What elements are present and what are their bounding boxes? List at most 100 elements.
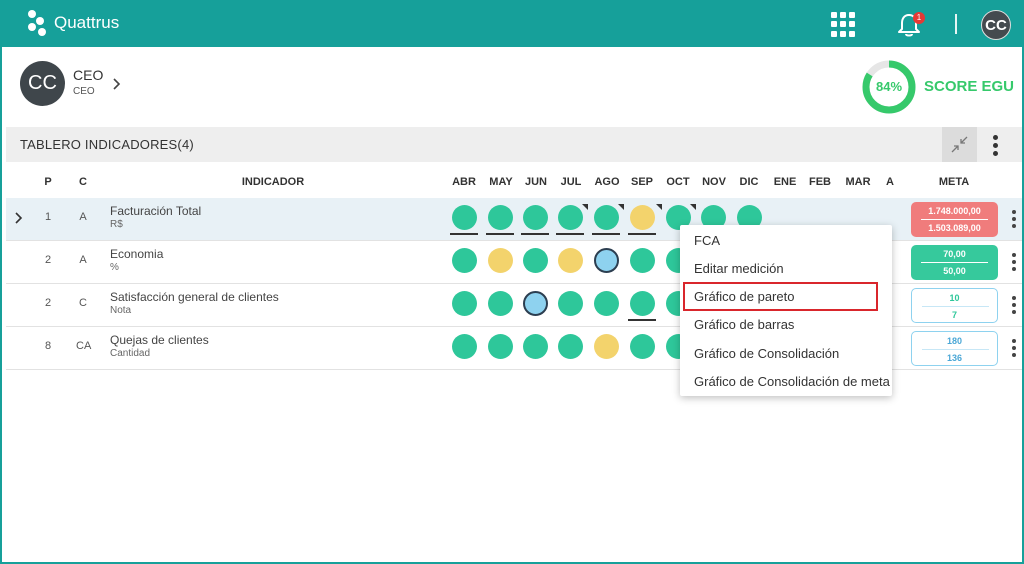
meta-target: 1.748.000,00 <box>928 206 981 216</box>
profile-name: CEO <box>73 67 104 83</box>
col-header-dic: DIC <box>739 176 759 188</box>
status-dot[interactable] <box>558 334 583 359</box>
measurement-underline <box>450 233 478 235</box>
status-dot[interactable] <box>488 205 513 230</box>
status-dot[interactable] <box>630 291 655 316</box>
status-dot[interactable] <box>558 291 583 316</box>
menu-item-fca[interactable]: FCA <box>694 233 720 248</box>
apps-grid-icon[interactable] <box>831 12 856 37</box>
col-header-may: MAY <box>489 176 513 188</box>
status-dot[interactable] <box>594 334 619 359</box>
status-dot[interactable] <box>594 248 619 273</box>
menu-item-editar-medicion[interactable]: Editar medición <box>694 261 784 276</box>
meta-actual: 7 <box>951 310 957 320</box>
indicator-name[interactable]: Economia <box>110 247 163 261</box>
comment-marker <box>690 204 696 210</box>
score-value: 84% <box>875 79 903 94</box>
status-dot[interactable] <box>523 205 548 230</box>
menu-item-grafico-consolidacion-meta[interactable]: Gráfico de Consolidación de meta <box>694 374 890 389</box>
status-dot[interactable] <box>594 205 619 230</box>
status-dot[interactable] <box>452 248 477 273</box>
measurement-underline <box>521 233 549 235</box>
status-dot[interactable] <box>630 205 655 230</box>
row-more-kebab-icon[interactable] <box>1010 338 1018 358</box>
row-more-kebab-icon[interactable] <box>1010 252 1018 272</box>
col-header-feb: FEB <box>809 176 831 188</box>
status-dot[interactable] <box>452 334 477 359</box>
score-label: SCORE EGU <box>924 78 1015 95</box>
col-header-jun: JUN <box>524 176 547 188</box>
meta-actual: 50,00 <box>943 266 966 276</box>
status-dot[interactable] <box>630 248 655 273</box>
board-more-kebab-icon[interactable] <box>988 133 1002 157</box>
col-header-nov: NOV <box>702 176 726 188</box>
status-dot[interactable] <box>558 205 583 230</box>
col-header-a: A <box>886 176 894 188</box>
menu-item-grafico-pareto[interactable]: Gráfico de pareto <box>694 289 794 304</box>
row-more-kebab-icon[interactable] <box>1010 209 1018 229</box>
cell-p: 2 <box>44 297 52 309</box>
meta-actual: 1.503.089,00 <box>928 223 981 233</box>
context-menu: FCA Editar medición Gráfico de pareto Gr… <box>680 225 892 396</box>
app-name: Quattrus <box>54 13 120 32</box>
collapse-arrows-icon <box>951 136 968 153</box>
status-dot[interactable] <box>452 205 477 230</box>
status-dot[interactable] <box>523 334 548 359</box>
profile-avatar[interactable]: CC <box>20 61 65 106</box>
board-title: TABLERO INDICADORES(4) <box>20 137 194 152</box>
col-header-ago: AGO <box>594 176 620 188</box>
status-dot[interactable] <box>630 334 655 359</box>
col-header-abr: ABR <box>452 176 476 188</box>
measurement-underline <box>592 233 620 235</box>
status-dot[interactable] <box>558 248 583 273</box>
indicator-name[interactable]: Satisfacción general de clientes <box>110 290 279 304</box>
status-dot[interactable] <box>488 291 513 316</box>
meta-box[interactable]: 180 136 <box>911 331 998 366</box>
measurement-underline <box>486 233 514 235</box>
profile-role: CEO <box>73 86 95 97</box>
meta-box[interactable]: 10 7 <box>911 288 998 323</box>
col-header-ene: ENE <box>773 176 797 188</box>
col-header-jul: JUL <box>560 176 582 188</box>
status-dot[interactable] <box>594 291 619 316</box>
status-dot[interactable] <box>523 248 548 273</box>
col-header-sep: SEP <box>630 176 653 188</box>
measurement-underline <box>628 319 656 321</box>
status-dot[interactable] <box>488 248 513 273</box>
cell-c: CA <box>76 340 92 352</box>
status-dot[interactable] <box>488 334 513 359</box>
cell-p: 2 <box>44 254 52 266</box>
chevron-right-icon[interactable] <box>112 77 122 91</box>
col-header-p: P <box>44 176 52 188</box>
indicator-unit: R$ <box>110 219 123 230</box>
app-logo[interactable]: Quattrus <box>26 9 119 37</box>
col-header-indicador: INDICADOR <box>241 176 305 188</box>
indicator-name[interactable]: Quejas de clientes <box>110 333 209 347</box>
cell-c: C <box>79 297 87 309</box>
meta-box[interactable]: 70,00 50,00 <box>911 245 998 280</box>
comment-marker <box>582 204 588 210</box>
row-more-kebab-icon[interactable] <box>1010 295 1018 315</box>
col-header-mar: MAR <box>845 176 871 188</box>
top-bar: Quattrus 1 CC <box>0 0 1024 47</box>
status-dot[interactable] <box>452 291 477 316</box>
chevron-right-icon[interactable] <box>14 211 24 225</box>
board-header: TABLERO INDICADORES(4) <box>6 127 1022 162</box>
user-avatar[interactable]: CC <box>981 10 1011 40</box>
indicator-unit: % <box>110 262 119 273</box>
cell-c: A <box>79 211 87 223</box>
meta-target: 180 <box>946 336 963 346</box>
indicator-unit: Nota <box>110 305 132 316</box>
cell-c: A <box>79 254 87 266</box>
col-header-oct: OCT <box>666 176 690 188</box>
notification-badge: 1 <box>913 12 925 24</box>
menu-item-grafico-barras[interactable]: Gráfico de barras <box>694 317 794 332</box>
status-dot[interactable] <box>523 291 548 316</box>
collapse-button[interactable] <box>942 127 977 162</box>
meta-actual: 136 <box>946 353 963 363</box>
indicator-name[interactable]: Facturación Total <box>110 204 201 218</box>
meta-box[interactable]: 1.748.000,00 1.503.089,00 <box>911 202 998 237</box>
col-header-meta: META <box>938 176 970 188</box>
menu-item-grafico-consolidacion[interactable]: Gráfico de Consolidación <box>694 346 839 361</box>
cell-p: 1 <box>44 211 52 223</box>
